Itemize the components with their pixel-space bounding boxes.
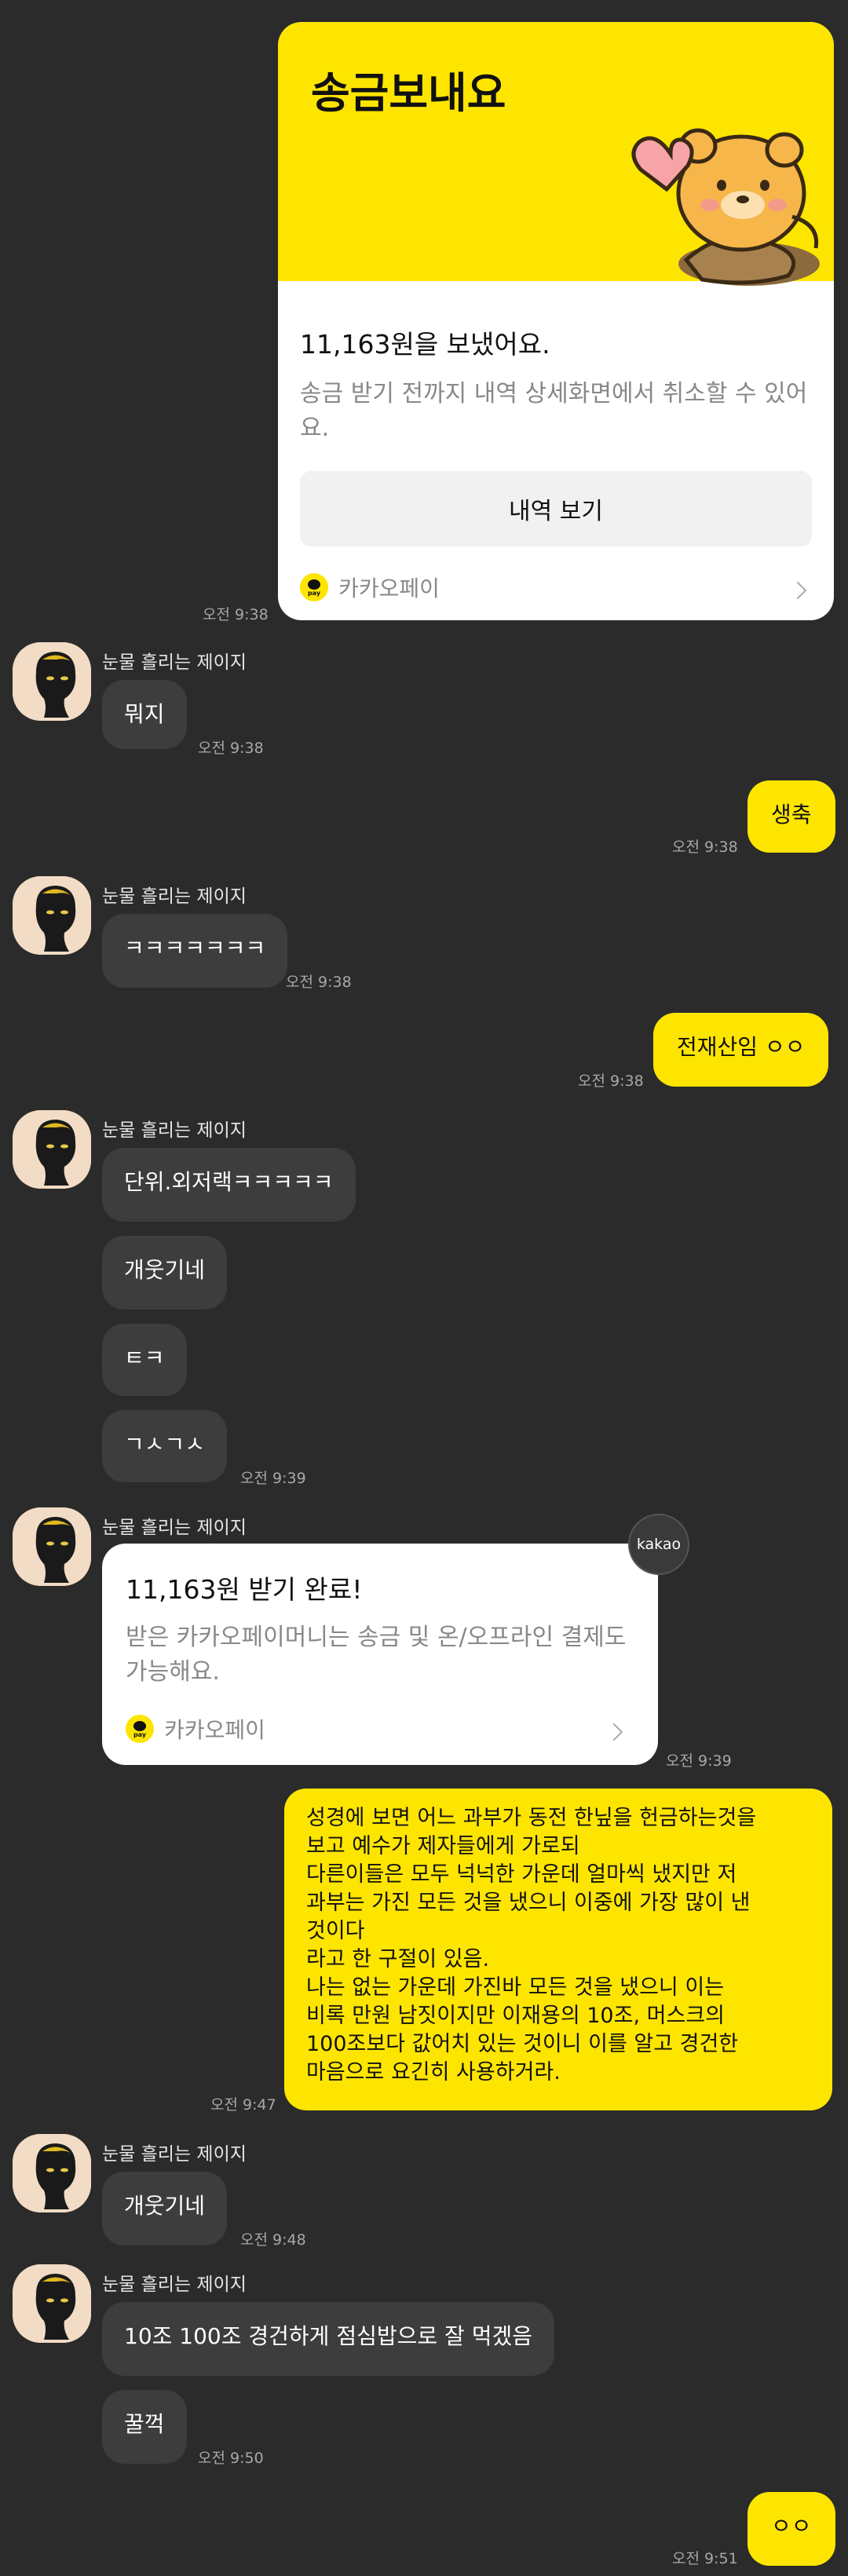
jayz-avatar-icon	[13, 876, 91, 955]
message-bubble-long[interactable]: 성경에 보면 어느 과부가 동전 한닢을 헌금하는것을 보고 예수가 제자들에게…	[284, 1789, 832, 2110]
avatar[interactable]	[13, 1507, 91, 1586]
kakaopay-label: 카카오페이	[164, 1717, 265, 1743]
timestamp: 오전 9:38	[578, 1072, 644, 1090]
message-line: 마음으로 요긴히 사용하거라.	[306, 2060, 561, 2085]
message-bubble[interactable]: ㅌㅋ	[102, 1324, 187, 1396]
message-line: 나는 없는 가운데 가진바 모든 것을 냈으니 이는	[306, 1975, 725, 2000]
avatar[interactable]	[13, 642, 91, 721]
message-bubble[interactable]: 개웃기네	[102, 2172, 228, 2245]
kakao-badge: kakao	[628, 1514, 689, 1575]
receive-description: 받은 카카오페이머니는 송금 및 온/오프라인 결제도 가능해요.	[126, 1624, 627, 1686]
jayz-avatar-icon	[13, 2134, 91, 2212]
sender-name: 눈물 흘리는 제이지	[102, 1518, 247, 1538]
message-bubble[interactable]: 단위.외저랙ㅋㅋㅋㅋㅋ	[102, 1148, 356, 1222]
sender-name: 눈물 흘리는 제이지	[102, 652, 247, 673]
send-card-header: 송금보내요	[278, 22, 834, 286]
character-heart-icon	[631, 128, 820, 286]
message-bubble[interactable]: ㅋㅋㅋㅋㅋㅋㅋ	[102, 914, 288, 988]
kakaopay-logo-icon	[300, 573, 328, 601]
send-card-title: 송금보내요	[311, 68, 506, 118]
message-line: 라고 한 구절이 있음.	[306, 1947, 490, 1971]
message-bubble[interactable]: ㄱㅅㄱㅅ	[102, 1410, 228, 1482]
timestamp: 오전 9:50	[198, 2450, 264, 2467]
timestamp: 오전 9:51	[672, 2550, 738, 2567]
avatar[interactable]	[13, 2134, 91, 2212]
jayz-avatar-icon	[13, 642, 91, 721]
timestamp: 오전 9:48	[240, 2231, 306, 2249]
kakaopay-footer[interactable]: 카카오페이	[126, 1713, 634, 1749]
message-line: 성경에 보면 어느 과부가 동전 한닢을 헌금하는것을	[306, 1806, 757, 1830]
sender-name: 눈물 흘리는 제이지	[102, 1120, 247, 1141]
receive-complete-card[interactable]: 11,163원 받기 완료! 받은 카카오페이머니는 송금 및 온/오프라인 결…	[102, 1544, 658, 1765]
message-bubble[interactable]: 꿀꺽	[102, 2390, 187, 2464]
send-amount-text: 11,163원을 보냈어요.	[300, 329, 550, 360]
timestamp: 오전 9:47	[210, 2096, 276, 2114]
jayz-avatar-icon	[13, 1110, 91, 1189]
timestamp: 오전 9:38	[672, 839, 738, 856]
message-line: 다른이들은 모두 넉넉한 가운데 얼마씩 냈지만 저	[306, 1862, 737, 1887]
message-line: 보고 예수가 제자들에게 가로되	[306, 1834, 580, 1858]
message-bubble[interactable]: 생축	[747, 780, 835, 853]
avatar[interactable]	[13, 876, 91, 955]
timestamp: 오전 9:38	[286, 974, 352, 991]
timestamp: 오전 9:38	[203, 606, 269, 623]
timestamp: 오전 9:39	[240, 1470, 306, 1487]
message-bubble[interactable]: ㅇㅇ	[747, 2492, 835, 2566]
message-line: 100조보다 값어치 있는 것이니 이를 알고 경건한	[306, 2032, 739, 2056]
kakao-badge-label: kakao	[636, 1536, 682, 1553]
chevron-right-icon	[605, 1723, 623, 1741]
kakaopay-label: 카카오페이	[338, 575, 440, 601]
message-bubble[interactable]: 10조 100조 경건하게 점심밥으로 잘 먹겠음	[102, 2302, 554, 2376]
send-money-card[interactable]: 송금보내요 11,163원을 보냈어요. 송금 받기 전까지 내역 상세화면에서…	[278, 22, 834, 620]
jayz-avatar-icon	[13, 2264, 91, 2343]
receive-title: 11,163원 받기 완료!	[126, 1574, 363, 1605]
kakaopay-footer[interactable]: 카카오페이	[300, 572, 812, 608]
message-bubble[interactable]: 전재산임 ㅇㅇ	[653, 1013, 829, 1087]
kakaopay-logo-icon	[126, 1715, 154, 1743]
sender-name: 눈물 흘리는 제이지	[102, 886, 247, 907]
send-description: 송금 받기 전까지 내역 상세화면에서 취소할 수 있어요.	[300, 380, 808, 442]
message-line: 것이다	[306, 1919, 365, 1943]
timestamp: 오전 9:39	[666, 1752, 732, 1770]
avatar[interactable]	[13, 2264, 91, 2343]
timestamp: 오전 9:38	[198, 740, 264, 757]
avatar[interactable]	[13, 1110, 91, 1189]
message-line: 과부는 가진 모든 것을 냈으니 이중에 가장 많이 낸	[306, 1891, 751, 1915]
message-bubble[interactable]: 개웃기네	[102, 1236, 228, 1310]
jayz-avatar-icon	[13, 1507, 91, 1586]
message-line: 비록 만원 남짓이지만 이재용의 10조, 머스크의	[306, 2004, 725, 2028]
view-history-label: 내역 보기	[509, 498, 603, 525]
sender-name: 눈물 흘리는 제이지	[102, 2275, 247, 2295]
chevron-right-icon	[788, 581, 807, 600]
sender-name: 눈물 흘리는 제이지	[102, 2144, 247, 2165]
message-bubble[interactable]: 뭐지	[102, 680, 187, 749]
view-history-button[interactable]: 내역 보기	[300, 471, 812, 546]
